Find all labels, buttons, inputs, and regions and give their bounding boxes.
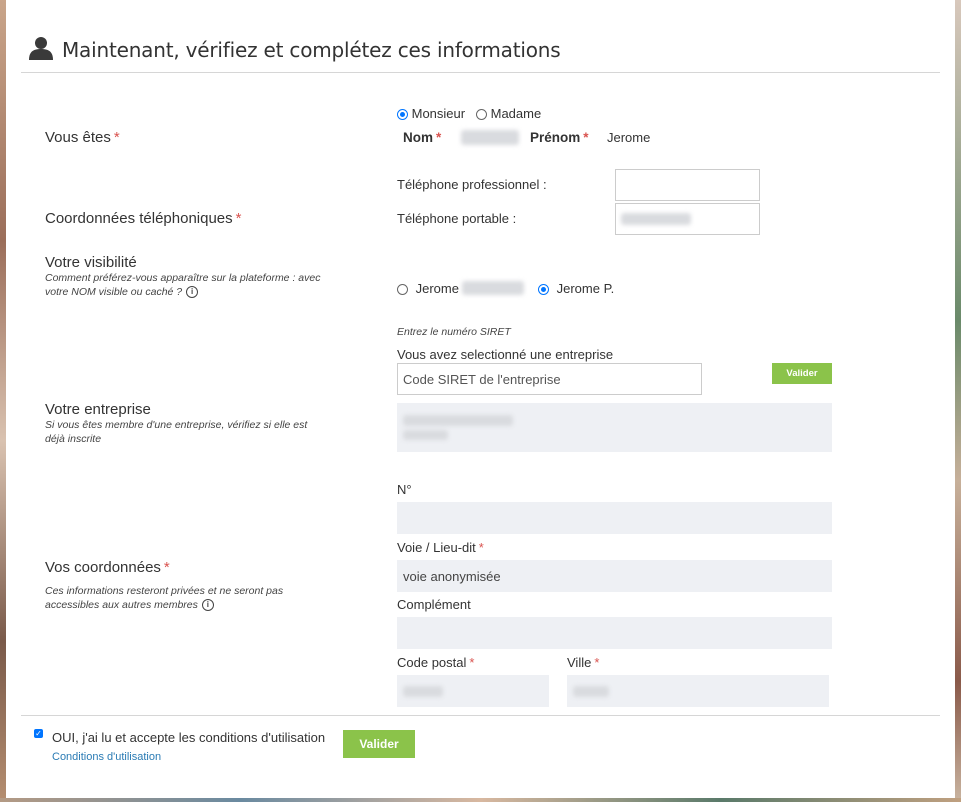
company-label: Votre entreprise: [45, 401, 151, 418]
voie-input[interactable]: voie anonymisée: [397, 560, 832, 592]
phone-pro-label: Téléphone professionnel :: [397, 177, 547, 192]
accept-checkbox[interactable]: ✓: [34, 729, 43, 738]
visibility-help: Comment préférez-vous apparaître sur la …: [45, 272, 321, 299]
complement-label: Complément: [397, 597, 471, 612]
complement-input[interactable]: [397, 617, 832, 649]
civility-monsieur[interactable]: Monsieur: [397, 106, 465, 121]
company-detail-redacted: [403, 430, 448, 440]
visibility-option-full-label: Jerome: [415, 281, 459, 296]
identity-label: Vous êtes *: [45, 129, 120, 146]
visibility-option-full[interactable]: Jerome: [397, 281, 459, 296]
code-postal-redacted: [403, 685, 443, 697]
ville-redacted: [573, 685, 609, 697]
visibility-label: Votre visibilité: [45, 254, 137, 271]
submit-button[interactable]: Valider: [343, 730, 415, 758]
conditions-link[interactable]: Conditions d'utilisation: [52, 751, 161, 763]
footer-divider: [21, 715, 940, 716]
siret-input[interactable]: Code SIRET de l'entreprise: [397, 363, 702, 395]
phone-pro-input[interactable]: [615, 169, 760, 201]
company-name-redacted: [403, 415, 513, 426]
company-help: Si vous êtes membre d'une entreprise, vé…: [45, 419, 308, 445]
radio-madame[interactable]: [476, 109, 487, 121]
siret-hint: Entrez le numéro SIRET: [397, 326, 511, 338]
company-selected-text: Vous avez selectionné une entreprise: [397, 347, 614, 362]
phone-mobile-label: Téléphone portable :: [397, 211, 517, 226]
radio-visibility-short[interactable]: [538, 284, 549, 296]
code-postal-input[interactable]: [397, 675, 549, 707]
siret-validate-button[interactable]: Valider: [772, 363, 832, 384]
nom-value-redacted: [461, 130, 519, 145]
info-icon[interactable]: i: [201, 599, 214, 612]
ville-label: Ville *: [567, 655, 600, 670]
background-bottom: [0, 798, 961, 802]
radio-visibility-full[interactable]: [397, 284, 408, 296]
code-postal-label: Code postal *: [397, 655, 475, 670]
ville-input[interactable]: [567, 675, 829, 707]
numero-label: N°: [397, 482, 412, 497]
phone-mobile-input[interactable]: [615, 203, 760, 235]
selected-company-box: [397, 403, 832, 452]
page-title: Maintenant, vérifiez et complétez ces in…: [62, 38, 561, 62]
accept-text: OUI, j'ai lu et accepte les conditions d…: [52, 730, 326, 745]
phone-mobile-value-redacted: [621, 213, 691, 225]
numero-input[interactable]: [397, 502, 832, 534]
phones-label: Coordonnées téléphoniques *: [45, 210, 242, 227]
voie-label: Voie / Lieu-dit *: [397, 540, 484, 555]
address-label: Vos coordonnées *: [45, 559, 170, 576]
visibility-option-short[interactable]: Jerome P.: [538, 281, 614, 296]
registration-modal: Maintenant, vérifiez et complétez ces in…: [6, 0, 955, 798]
background-right: [955, 0, 961, 802]
civility-madame-label: Madame: [490, 106, 542, 121]
nom-label: Nom *: [403, 130, 442, 145]
info-icon[interactable]: i: [186, 286, 199, 299]
address-help: Ces informations resteront privées et ne…: [45, 585, 284, 612]
visibility-lastname-redacted: [462, 281, 524, 295]
prenom-value: Jerome: [607, 130, 651, 145]
user-icon: [29, 37, 53, 60]
visibility-option-short-label: Jerome P.: [556, 281, 615, 296]
header-divider: [21, 72, 940, 73]
civility-madame[interactable]: Madame: [476, 106, 541, 121]
radio-monsieur[interactable]: [397, 109, 408, 121]
prenom-label: Prénom *: [530, 130, 589, 145]
civility-monsieur-label: Monsieur: [411, 106, 466, 121]
